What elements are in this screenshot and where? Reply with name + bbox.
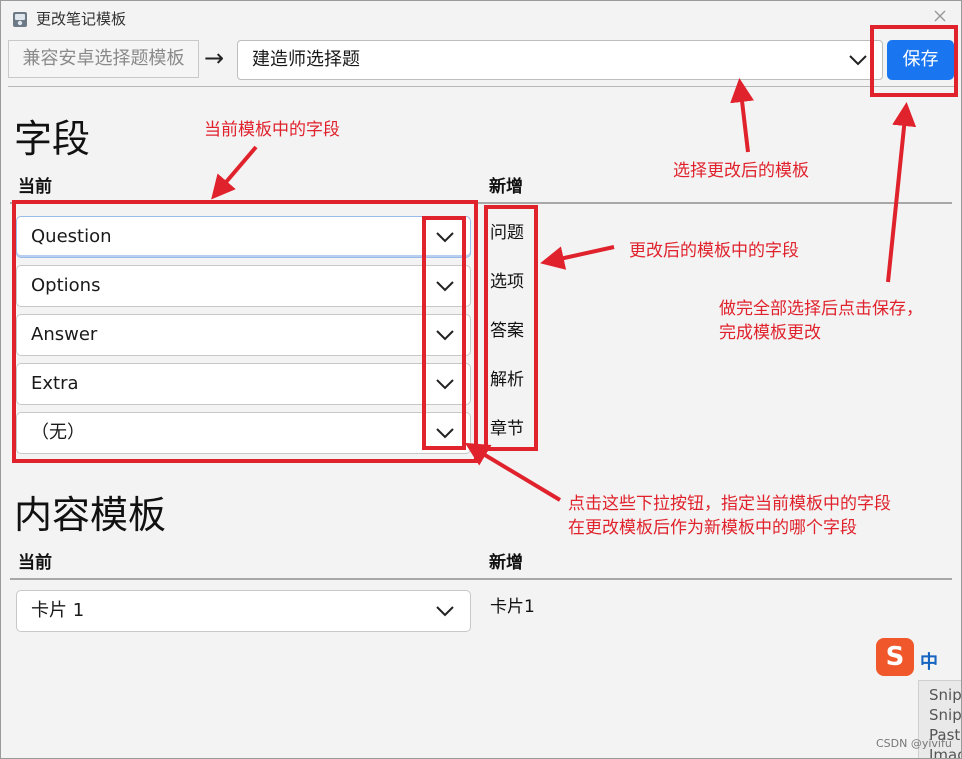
annotation-current-fields: 当前模板中的字段 [204, 120, 340, 140]
annotation-save-hint-1: 做完全部选择后点击保存， [719, 299, 923, 319]
annotation-new-fields: 更改后的模板中的字段 [629, 241, 799, 261]
app-icon [13, 12, 27, 27]
chevron-down-icon[interactable] [435, 605, 455, 617]
chevron-down-icon[interactable] [848, 54, 868, 66]
toolbar-divider [8, 86, 954, 87]
fields-new-header: 新增 [489, 177, 523, 197]
annotation-box-dropdowns [422, 216, 466, 450]
watermark: CSDN @yivifu [876, 737, 952, 750]
annotation-box-current-fields [12, 200, 478, 463]
annotation-dropdown-hint-2: 在更改模板后作为新模板中的哪个字段 [568, 518, 857, 538]
arrow-to-current-fields [211, 145, 258, 200]
close-icon[interactable] [930, 6, 950, 26]
new-card-template: 卡片1 [490, 597, 535, 617]
fields-current-header: 当前 [18, 177, 52, 197]
annotation-dropdown-hint-1: 点击这些下拉按钮，指定当前模板中的字段 [568, 494, 891, 514]
arrow-to-dest-select [730, 78, 755, 153]
annotation-box-new-fields [484, 205, 538, 451]
window-title: 更改笔记模板 [36, 10, 127, 28]
card-template-select[interactable]: 卡片 1 [16, 590, 471, 632]
arrow-to-dropdowns [464, 442, 562, 502]
templates-current-header: 当前 [18, 553, 52, 573]
arrow-to-new-fields [540, 245, 615, 270]
templates-new-header: 新增 [489, 553, 523, 573]
templates-heading: 内容模板 [14, 493, 167, 537]
dest-template-value: 建造师选择题 [252, 49, 360, 70]
card-template-value: 卡片 1 [31, 600, 85, 621]
sogou-ime-logo[interactable]: S [876, 638, 914, 676]
templates-header-rule [10, 578, 952, 580]
arrow-to-save [886, 102, 917, 283]
fields-heading: 字段 [14, 117, 91, 161]
annotation-box-save [870, 25, 958, 97]
snip-item[interactable]: Snipa [919, 685, 962, 705]
snip-item[interactable]: Snip [919, 705, 962, 725]
dest-template-select[interactable]: 建造师选择题 [237, 40, 883, 80]
arrow-icon: → [204, 44, 225, 72]
annotation-save-hint-2: 完成模板更改 [719, 323, 821, 343]
annotation-choose-template: 选择更改后的模板 [673, 161, 809, 181]
source-template-button[interactable]: 兼容安卓选择题模板 [8, 40, 199, 78]
ime-mode-indicator[interactable]: 中 [920, 648, 938, 674]
